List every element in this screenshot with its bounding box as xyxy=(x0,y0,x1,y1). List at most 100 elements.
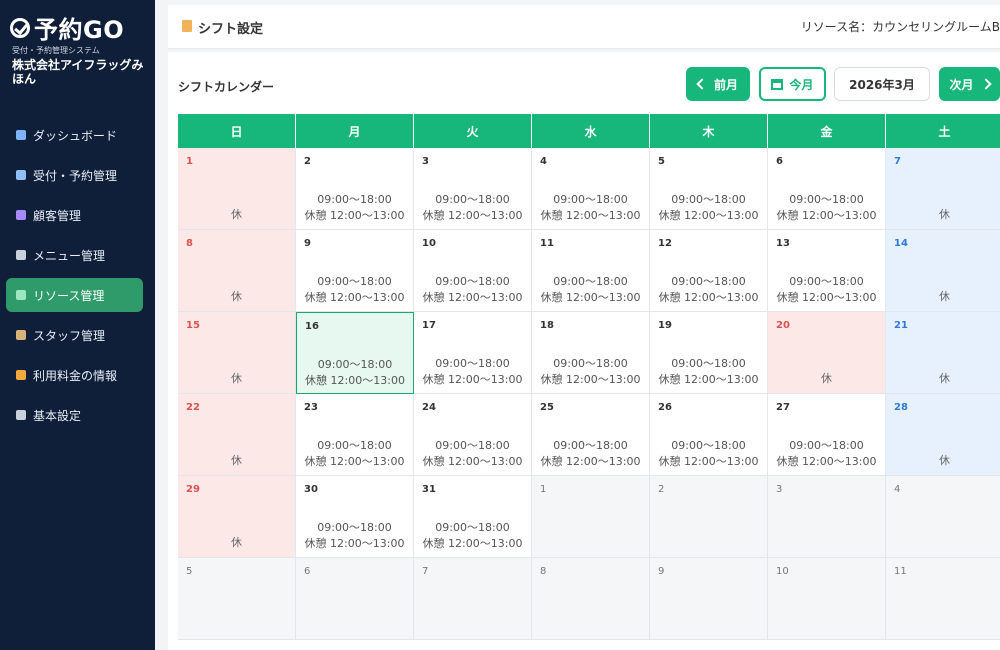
day-number: 27 xyxy=(776,402,790,413)
day-number: 2 xyxy=(304,156,311,167)
day-number: 24 xyxy=(422,402,436,413)
day-number: 15 xyxy=(186,320,200,331)
day-number: 14 xyxy=(894,238,908,249)
calendar-day-cell[interactable]: 8休 xyxy=(178,230,296,312)
calendar-day-cell[interactable]: 11 09:00〜18:00 休憩 12:00〜13:00 xyxy=(532,230,650,312)
calendar-day-cell[interactable]: 26 09:00〜18:00 休憩 12:00〜13:00 xyxy=(650,394,768,476)
calendar-day-cell: 4 xyxy=(886,476,1000,558)
sidebar-item-0[interactable]: ダッシュボード xyxy=(6,118,143,152)
calendar-day-cell[interactable]: 14 休 xyxy=(886,230,1000,312)
work-hours: 09:00〜18:00 xyxy=(435,275,510,288)
calendar-day-cell[interactable]: 2 09:00〜18:00 休憩 12:00〜13:00 xyxy=(296,148,414,230)
calendar-day-cell[interactable]: 9 09:00〜18:00 休憩 12:00〜13:00 xyxy=(296,230,414,312)
sidebar-item-6[interactable]: 利用料金の情報 xyxy=(6,358,143,392)
day-number: 7 xyxy=(894,156,901,167)
calendar-day-cell[interactable]: 21 休 xyxy=(886,312,1000,394)
calendar-day-cell[interactable]: 16 09:00〜18:00 休憩 12:00〜13:00 xyxy=(296,312,414,394)
calendar-day-cell[interactable]: 7休 xyxy=(886,148,1000,230)
calendar-day-cell[interactable]: 19 09:00〜18:00 休憩 12:00〜13:00 xyxy=(650,312,768,394)
calendar-day-cell[interactable]: 30 09:00〜18:00 休憩 12:00〜13:00 xyxy=(296,476,414,558)
sidebar-item-2[interactable]: 顧客管理 xyxy=(6,198,143,232)
shift-panel: シフトカレンダー 前月 今月 2026年3月 次月 日月火水木金土 1 休 2 09:… xyxy=(168,52,1000,650)
break-hours: 休憩 12:00〜13:00 xyxy=(540,291,641,304)
work-hours: 09:00〜18:00 xyxy=(671,193,746,206)
break-hours: 休憩 12:00〜13:00 xyxy=(776,291,877,304)
this-month-button[interactable]: 今月 xyxy=(759,67,826,101)
calendar-day-cell[interactable]: 6 09:00〜18:00 休憩 12:00〜13:00 xyxy=(768,148,886,230)
day-number: 16 xyxy=(305,321,319,332)
calendar-day-cell[interactable]: 3 09:00〜18:00 休憩 12:00〜13:00 xyxy=(414,148,532,230)
weekday-4: 木 xyxy=(650,114,768,148)
day-number: 4 xyxy=(894,484,901,495)
break-hours: 休憩 12:00〜13:00 xyxy=(540,455,641,468)
work-hours: 09:00〜18:00 xyxy=(435,357,510,370)
sidebar: 予約GO 受付・予約管理システム 株式会社アイフラッグみほん ダッシュボード 受付… xyxy=(0,0,155,650)
day-number: 30 xyxy=(304,484,318,495)
day-number: 25 xyxy=(540,402,554,413)
calendar-day-cell[interactable]: 18 09:00〜18:00 休憩 12:00〜13:00 xyxy=(532,312,650,394)
calendar-day-cell[interactable]: 20 休 xyxy=(768,312,886,394)
break-hours: 休憩 12:00〜13:00 xyxy=(776,455,877,468)
day-number: 3 xyxy=(422,156,429,167)
weekday-5: 金 xyxy=(768,114,886,148)
next-month-button[interactable]: 次月 xyxy=(939,67,1000,101)
work-hours: 09:00〜18:00 xyxy=(789,275,864,288)
break-hours: 休憩 12:00〜13:00 xyxy=(540,209,641,222)
day-number: 1 xyxy=(186,156,193,167)
day-number: 1 xyxy=(540,484,547,495)
break-hours: 休憩 12:00〜13:00 xyxy=(658,209,759,222)
work-hours: 09:00〜18:00 xyxy=(435,521,510,534)
calendar-day-cell[interactable]: 31 09:00〜18:00 休憩 12:00〜13:00 xyxy=(414,476,532,558)
day-number: 11 xyxy=(540,238,554,249)
calendar-day-cell: 5 xyxy=(178,558,296,640)
calendar-day-cell[interactable]: 4 09:00〜18:00 休憩 12:00〜13:00 xyxy=(532,148,650,230)
day-number: 9 xyxy=(658,566,665,577)
sidebar-item-4[interactable]: リソース管理 xyxy=(6,278,143,312)
calendar-day-cell[interactable]: 1休 xyxy=(178,148,296,230)
work-hours: 09:00〜18:00 xyxy=(553,275,628,288)
day-number: 3 xyxy=(776,484,783,495)
calendar-day-cell[interactable]: 13 09:00〜18:00 休憩 12:00〜13:00 xyxy=(768,230,886,312)
day-number: 2 xyxy=(658,484,665,495)
calendar-day-cell[interactable]: 17 09:00〜18:00 休憩 12:00〜13:00 xyxy=(414,312,532,394)
day-off-label: 休 xyxy=(821,372,832,385)
work-hours: 09:00〜18:00 xyxy=(435,439,510,452)
day-number: 5 xyxy=(658,156,665,167)
calendar-day-cell[interactable]: 25 09:00〜18:00 休憩 12:00〜13:00 xyxy=(532,394,650,476)
weekday-header: 日月火水木金土 xyxy=(178,114,1000,148)
calendar-day-cell[interactable]: 29 休 xyxy=(178,476,296,558)
day-number: 17 xyxy=(422,320,436,331)
sidebar-item-label: ダッシュボード xyxy=(33,128,118,143)
sidebar-item-label: スタッフ管理 xyxy=(33,328,106,343)
sidebar-item-label: 顧客管理 xyxy=(33,208,82,223)
page-title: シフト設定 xyxy=(198,22,264,37)
app-logo[interactable]: 予約GO xyxy=(10,10,124,45)
calendar-day-cell[interactable]: 28 休 xyxy=(886,394,1000,476)
next-month-label: 次月 xyxy=(949,77,974,92)
sidebar-item-7[interactable]: 基本設定 xyxy=(6,398,143,432)
weekday-6: 土 xyxy=(886,114,1000,148)
work-hours: 09:00〜18:00 xyxy=(317,521,392,534)
calendar-day-cell[interactable]: 12 09:00〜18:00 休憩 12:00〜13:00 xyxy=(650,230,768,312)
work-hours: 09:00〜18:00 xyxy=(317,275,392,288)
calendar-day-cell: 7 xyxy=(414,558,532,640)
day-number: 7 xyxy=(422,566,429,577)
calendar-day-cell[interactable]: 22 休 xyxy=(178,394,296,476)
sidebar-item-3[interactable]: メニュー管理 xyxy=(6,238,143,272)
sidebar-item-1[interactable]: 受付・予約管理 xyxy=(6,158,143,192)
calendar-day-cell: 9 xyxy=(650,558,768,640)
resource-name: リソース名：カウンセリングルームB xyxy=(800,20,1000,34)
sidebar-item-5[interactable]: スタッフ管理 xyxy=(6,318,143,352)
work-hours: 09:00〜18:00 xyxy=(317,358,393,371)
calendar-day-cell[interactable]: 27 09:00〜18:00 休憩 12:00〜13:00 xyxy=(768,394,886,476)
gear-icon xyxy=(16,410,26,420)
day-number: 26 xyxy=(658,402,672,413)
calendar-day-cell: 11 xyxy=(886,558,1000,640)
prev-month-button[interactable]: 前月 xyxy=(686,67,750,101)
calendar-day-cell[interactable]: 5 09:00〜18:00 休憩 12:00〜13:00 xyxy=(650,148,768,230)
calendar-day-cell[interactable]: 23 09:00〜18:00 休憩 12:00〜13:00 xyxy=(296,394,414,476)
calendar-day-cell[interactable]: 15 休 xyxy=(178,312,296,394)
calendar-day-cell[interactable]: 24 09:00〜18:00 休憩 12:00〜13:00 xyxy=(414,394,532,476)
calendar-day-cell[interactable]: 10 09:00〜18:00 休憩 12:00〜13:00 xyxy=(414,230,532,312)
page-header: シフト設定 リソース名：カウンセリングルームB xyxy=(168,5,1000,49)
